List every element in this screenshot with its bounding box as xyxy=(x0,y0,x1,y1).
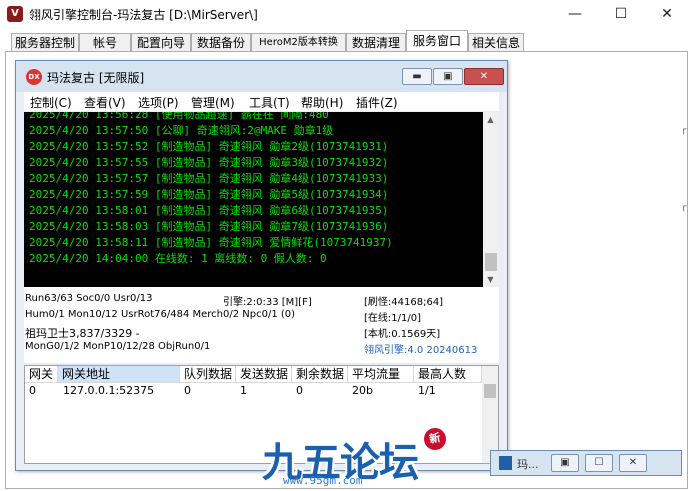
main-titlebar: V 翎风引擎控制台-玛法复古 [D:\MirServer\] — ☐ ✕ xyxy=(0,0,690,28)
log-line: 2025/4/20 13:58:11 [制造物品] 奇速翎风 爱情鲜花(1073… xyxy=(29,236,393,249)
table-scrollbar[interactable] xyxy=(482,366,498,463)
log-scrollbar[interactable]: ▲ ▼ xyxy=(483,112,499,287)
menu-view[interactable]: 查看(V) xyxy=(84,94,126,111)
table-cell: 20b xyxy=(352,384,373,397)
log-line: 2025/4/20 13:57:55 [制造物品] 奇速翎风 勋章3级(1073… xyxy=(29,156,389,169)
close-button[interactable]: ✕ xyxy=(644,0,690,28)
watermark-url: www.95gm.com xyxy=(283,474,363,487)
table-cell: 0 xyxy=(184,384,191,397)
column-header[interactable]: 剩余数据 xyxy=(292,366,348,383)
refresh-stats: [刷怪:44168;64] xyxy=(364,297,444,308)
min2-close-button[interactable]: ✕ xyxy=(619,454,647,472)
log-line: 2025/4/20 14:04:00 在线数: 1 离线数: 0 假人数: 0 xyxy=(29,252,327,265)
column-header[interactable]: 队列数据 xyxy=(180,366,236,383)
menu-control[interactable]: 控制(C) xyxy=(30,94,72,111)
log-console[interactable]: 2025/4/20 13:56:28 [使用物品超速] 霸在在 间隔:480 2… xyxy=(24,112,489,287)
table-cell: 1 xyxy=(240,384,247,397)
tab-data-cleanup[interactable]: 数据清理 xyxy=(346,33,406,51)
mon-stats: MonG0/1/2 MonP10/12/28 ObjRun0/1 xyxy=(25,341,211,352)
scroll-thumb[interactable] xyxy=(485,253,497,271)
dx-icon: DX xyxy=(26,69,42,85)
child-menubar: 控制(C) 查看(V) 选项(P) 管理(M) 工具(T) 帮助(H) 插件(Z… xyxy=(24,92,499,111)
column-header[interactable]: 最高人数 xyxy=(414,366,482,383)
main-tabs: 服务器控制 帐号 配置向导 数据备份 HeroM2版本转换 数据清理 服务窗口 … xyxy=(0,30,690,52)
local-uptime: [本机:0.1569天] xyxy=(364,329,441,340)
guard-stats: 祖玛卫士3,837/3329 - xyxy=(25,327,140,340)
menu-help[interactable]: 帮助(H) xyxy=(301,94,343,111)
child-minimize-button[interactable]: ▬ xyxy=(402,68,432,85)
table-scroll-thumb[interactable] xyxy=(484,384,496,398)
child-close-button[interactable]: ✕ xyxy=(464,68,504,85)
app-logo-icon: V xyxy=(7,6,23,22)
tab-service-window[interactable]: 服务窗口 xyxy=(406,30,468,52)
min2-restore-button[interactable]: ▣ xyxy=(551,454,579,472)
minimized-window-title: 玛... xyxy=(517,458,539,471)
online-stats: [在线:1/1/0] xyxy=(364,313,421,324)
background-window-edge: ┌ xyxy=(681,125,687,135)
tab-config-wizard[interactable]: 配置向导 xyxy=(131,33,191,51)
log-line: 2025/4/20 13:57:50 [公聊] 奇速翎风:2@MAKE 勋章1级 xyxy=(29,124,334,137)
column-header[interactable]: 网关地址 xyxy=(58,366,180,383)
column-header[interactable]: 发送数据 xyxy=(236,366,292,383)
menu-manage[interactable]: 管理(M) xyxy=(191,94,235,111)
tab-related-info[interactable]: 相关信息 xyxy=(468,33,524,51)
log-line: 2025/4/20 13:57:52 [制造物品] 奇速翎风 勋章2级(1073… xyxy=(29,140,389,153)
status-panel: Run63/63 Soc0/0 Usr0/13 引擎:2:0:33 [M][F]… xyxy=(24,287,499,363)
scroll-down-icon[interactable]: ▼ xyxy=(483,272,498,287)
hum-stats: Hum0/1 Mon10/12 UsrRot76/484 Merch0/2 Np… xyxy=(25,309,296,320)
window-title: 翎风引擎控制台-玛法复古 [D:\MirServer\] xyxy=(29,8,258,22)
minimized-child-window[interactable]: 玛... ▣ ☐ ✕ xyxy=(490,450,682,476)
column-header[interactable]: 平均流量 xyxy=(348,366,414,383)
table-cell: 0 xyxy=(29,384,36,397)
tab-herom2-convert[interactable]: HeroM2版本转换 xyxy=(251,33,346,51)
column-header[interactable]: 网关 xyxy=(25,366,58,383)
child-window-title: 玛法复古 [无限版] xyxy=(47,71,145,85)
server-child-window: DX 玛法复古 [无限版] ▬ ▣ ✕ 控制(C) 查看(V) 选项(P) 管理… xyxy=(15,60,508,471)
log-line: 2025/4/20 13:58:03 [制造物品] 奇速翎风 勋章7级(1073… xyxy=(29,220,389,233)
log-line: 2025/4/20 13:56:28 [使用物品超速] 霸在在 间隔:480 xyxy=(29,112,329,121)
tab-server-control[interactable]: 服务器控制 xyxy=(11,33,79,51)
menu-tools[interactable]: 工具(T) xyxy=(249,94,290,111)
app-window-icon xyxy=(499,456,512,470)
minimize-button[interactable]: — xyxy=(552,0,598,28)
run-stats: Run63/63 Soc0/0 Usr0/13 xyxy=(25,293,153,304)
menu-plugins[interactable]: 插件(Z) xyxy=(356,94,398,111)
maximize-button[interactable]: ☐ xyxy=(598,0,644,28)
tab-data-backup[interactable]: 数据备份 xyxy=(191,33,251,51)
scroll-up-icon[interactable]: ▲ xyxy=(483,112,498,127)
background-window-edge: ┌ xyxy=(681,202,687,212)
log-line: 2025/4/20 13:57:59 [制造物品] 奇速翎风 勋章5级(1073… xyxy=(29,188,389,201)
log-line: 2025/4/20 13:58:01 [制造物品] 奇速翎风 勋章6级(1073… xyxy=(29,204,389,217)
min2-maximize-button[interactable]: ☐ xyxy=(585,454,613,472)
tab-account[interactable]: 帐号 xyxy=(79,33,131,51)
menu-options[interactable]: 选项(P) xyxy=(138,94,179,111)
log-line: 2025/4/20 13:57:57 [制造物品] 奇速翎风 勋章4级(1073… xyxy=(29,172,389,185)
table-cell: 127.0.0.1:52375 xyxy=(63,384,155,397)
table-cell: 1/1 xyxy=(418,384,436,397)
engine-version: 翎风引擎:4.0 20240613 xyxy=(364,345,478,356)
child-restore-button[interactable]: ▣ xyxy=(433,68,463,85)
engine-uptime: 引擎:2:0:33 [M][F] xyxy=(223,297,312,308)
table-cell: 0 xyxy=(296,384,303,397)
child-titlebar: DX 玛法复古 [无限版] ▬ ▣ ✕ xyxy=(16,61,507,92)
